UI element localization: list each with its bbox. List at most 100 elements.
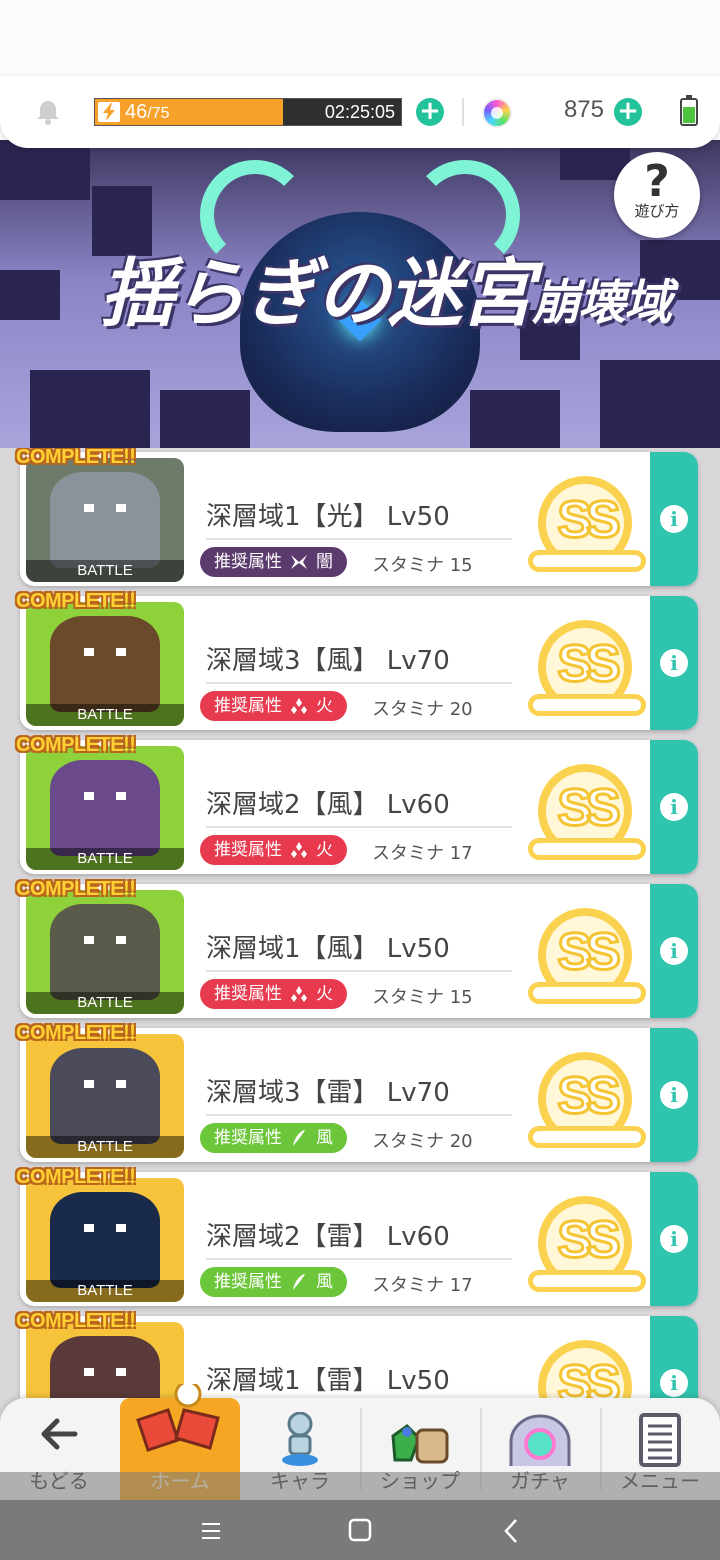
back-system-icon[interactable] [502, 1518, 520, 1544]
stage-info-button[interactable]: i [650, 740, 698, 874]
stamina-cost: スタミナ 15 [372, 987, 473, 1008]
stamina-timer: 02:25:05 [324, 102, 395, 122]
info-icon: i [660, 937, 688, 965]
complete-badge: COMPLETE!! [16, 734, 136, 756]
rank-emblem: SS [528, 472, 646, 582]
boss-sprite [50, 904, 160, 1000]
recommended-element-badge: 推奨属性 火 [200, 835, 347, 865]
divider [206, 826, 512, 828]
stage-info-button[interactable]: i [650, 884, 698, 1018]
stage-info-button[interactable]: i [650, 1172, 698, 1306]
rank-emblem: SS [528, 904, 646, 1014]
shop-bag-icon [391, 1424, 449, 1464]
rank-emblem: SS [532, 1336, 642, 1398]
rank-text: SS [556, 1066, 622, 1127]
boss-thumbnail[interactable]: BATTLE [26, 602, 184, 726]
stamina-cost: スタミナ 15 [372, 555, 473, 576]
gacha-portal-icon [509, 1414, 571, 1466]
info-icon: i [660, 505, 688, 533]
boss-thumbnail[interactable]: BATTLE [26, 890, 184, 1014]
stage-info-button[interactable]: i [650, 1316, 698, 1398]
stage-card[interactable]: COMPLETE!! BATTLE 深層域3【雷】 Lv70 推奨属性 風 スタ… [16, 1022, 698, 1162]
add-stamina-button[interactable]: + [416, 98, 444, 126]
battle-label: BATTLE [26, 1280, 184, 1302]
stage-card[interactable]: COMPLETE!! BATTLE 深層域1【光】 Lv50 推奨属性 闇 スタ… [16, 448, 698, 586]
divider [206, 1258, 512, 1260]
stamina-cost: スタミナ 17 [372, 1275, 473, 1296]
battle-label: BATTLE [26, 1136, 184, 1158]
fire-element-icon [291, 698, 307, 714]
rank-text: SS [556, 1210, 622, 1271]
add-gem-button[interactable]: + [614, 98, 642, 126]
battle-label: BATTLE [26, 560, 184, 582]
rank-text: SS [556, 1354, 622, 1399]
divider [206, 538, 512, 540]
stage-name: 深層域2【雷】 Lv60 [206, 1222, 450, 1252]
complete-badge: COMPLETE!! [16, 448, 136, 468]
rank-text: SS [556, 490, 622, 551]
stage-card[interactable]: COMPLETE!! BATTLE 深層域2【雷】 Lv60 推奨属性 風 スタ… [16, 1166, 698, 1306]
complete-badge: COMPLETE!! [16, 878, 136, 900]
stage-card[interactable]: COMPLETE!! BATTLE 深層域3【風】 Lv70 推奨属性 火 スタ… [16, 590, 698, 730]
gem-count: 875 [563, 96, 604, 123]
stamina-value: 46/75 [125, 101, 170, 123]
divider [206, 1114, 512, 1116]
divider [206, 682, 512, 684]
stage-list[interactable]: COMPLETE!! BATTLE 深層域1【光】 Lv50 推奨属性 闇 スタ… [0, 448, 720, 1398]
stamina-fill [95, 99, 283, 125]
rank-text: SS [556, 778, 622, 839]
how-to-play-button[interactable]: ? 遊び方 [614, 152, 700, 238]
recent-apps-icon[interactable] [200, 1520, 222, 1542]
stage-info-button[interactable]: i [650, 452, 698, 586]
stage-name: 深層域2【風】 Lv60 [206, 790, 450, 820]
hud-divider [462, 98, 464, 126]
boss-eyes [84, 936, 126, 944]
stage-name: 深層域1【雷】 Lv50 [206, 1366, 450, 1396]
complete-badge: COMPLETE!! [16, 590, 136, 612]
boss-eyes [84, 504, 126, 512]
stage-info-button[interactable]: i [650, 596, 698, 730]
stage-name: 深層域3【風】 Lv70 [206, 646, 450, 676]
boss-sprite [50, 760, 160, 856]
dark-element-icon [291, 555, 307, 569]
fire-element-icon [291, 986, 307, 1002]
stamina-bolt-icon [98, 102, 120, 122]
info-icon: i [660, 1225, 688, 1253]
boss-thumbnail[interactable]: BATTLE [26, 746, 184, 870]
stamina-gauge: 46/75 02:25:05 [94, 98, 402, 126]
rank-text: SS [556, 922, 622, 983]
complete-badge: COMPLETE!! [16, 1022, 136, 1044]
info-icon: i [660, 649, 688, 677]
arrow-left-icon [41, 1418, 78, 1450]
boss-thumbnail[interactable]: BATTLE [26, 1178, 184, 1302]
stage-name: 深層域3【雷】 Lv70 [206, 1078, 450, 1108]
menu-list-icon [639, 1413, 681, 1467]
boss-sprite [50, 1048, 160, 1144]
boss-eyes [84, 648, 126, 656]
boss-eyes [84, 792, 126, 800]
recommended-element-badge: 推奨属性 火 [200, 691, 347, 721]
fire-element-icon [291, 842, 307, 858]
character-icon [282, 1412, 318, 1466]
home-system-icon[interactable] [348, 1518, 372, 1542]
stage-info-button[interactable]: i [650, 1028, 698, 1162]
boss-eyes [84, 1368, 126, 1376]
wind-element-icon [293, 1130, 305, 1146]
battle-label: BATTLE [26, 992, 184, 1014]
stage-name: 深層域1【光】 Lv50 [206, 502, 450, 532]
info-icon: i [660, 1369, 688, 1397]
stage-card[interactable]: COMPLETE!! BATTLE 深層域1【風】 Lv50 推奨属性 火 スタ… [16, 878, 698, 1018]
recommended-element-badge: 推奨属性 風 [200, 1123, 347, 1153]
stage-name: 深層域1【風】 Lv50 [206, 934, 450, 964]
boss-thumbnail[interactable]: BATTLE [26, 458, 184, 582]
stage-card[interactable]: COMPLETE!! BATTLE 深層域2【風】 Lv60 推奨属性 火 スタ… [16, 734, 698, 874]
wind-element-icon [293, 1274, 305, 1290]
rank-emblem: SS [528, 616, 646, 726]
stamina-cost: スタミナ 17 [372, 843, 473, 864]
boss-sprite [50, 472, 160, 568]
stage-card[interactable]: COMPLETE!! BATTLE 深層域1【雷】 Lv50 推奨属性 風 スタ… [16, 1310, 698, 1398]
boss-thumbnail[interactable]: BATTLE [26, 1034, 184, 1158]
bell-icon[interactable] [34, 98, 62, 126]
gem-icon [482, 98, 512, 128]
stamina-cost: スタミナ 20 [372, 699, 473, 720]
